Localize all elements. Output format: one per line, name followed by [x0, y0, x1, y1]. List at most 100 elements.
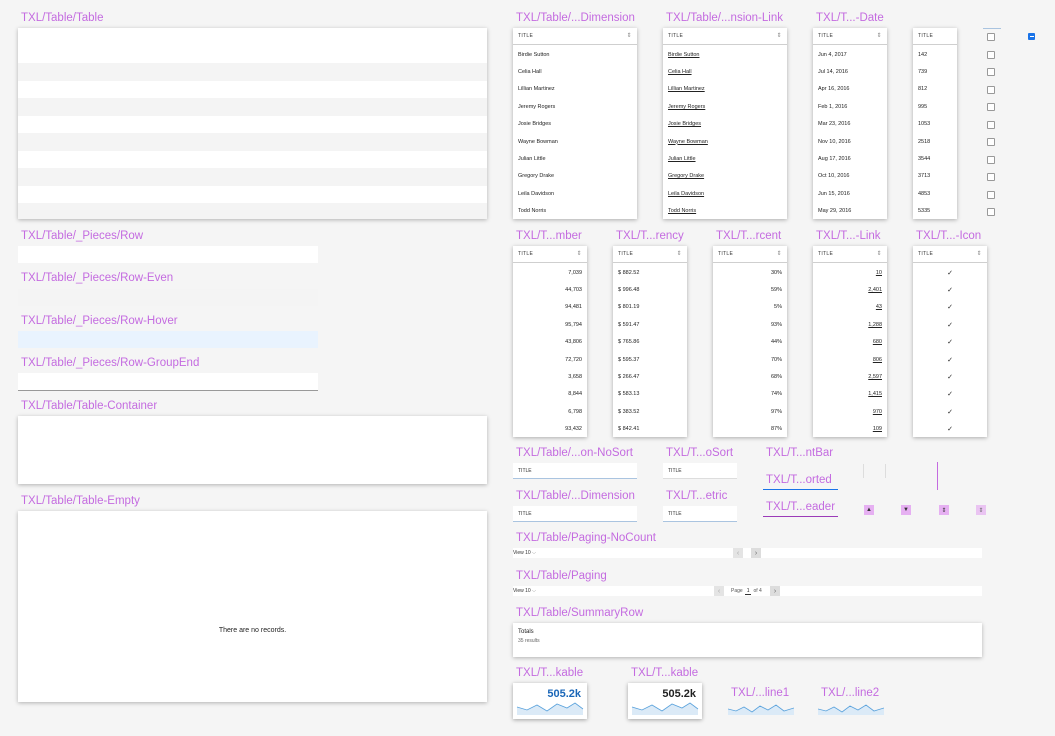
chevron-left-icon: ‹: [736, 549, 740, 557]
table-cell[interactable]: 2,401: [813, 281, 887, 298]
table-cell: $ 595.37: [618, 356, 640, 363]
next-page-button[interactable]: ›: [751, 548, 761, 558]
checkbox-selected[interactable]: [1028, 33, 1035, 40]
frame-label-col-percent: TXL/T...rcent: [716, 230, 782, 242]
column-header-nosort[interactable]: TITLE: [513, 463, 637, 479]
column-id: TITLE 142 739 812 995 1053 2518 3544 3713 4853 53…: [913, 28, 957, 219]
table-cell[interactable]: 10: [813, 264, 887, 281]
checkbox-header-rule: [983, 28, 1001, 29]
row-checkbox[interactable]: [987, 50, 995, 59]
prev-page-button[interactable]: ‹: [733, 548, 743, 558]
column-currency: TITLE ⇕ $ 882.52 $ 996.48 $ 801.19 $ 591.47 $…: [613, 246, 687, 437]
column-header[interactable]: TITLE ⇕: [813, 28, 887, 45]
chevron-down-icon: ⌵: [532, 588, 536, 594]
sort-both-button[interactable]: ⇕: [939, 505, 949, 515]
next-page-button[interactable]: ›: [770, 586, 780, 596]
table-cell: 72,720: [565, 356, 582, 363]
row-checkbox[interactable]: [987, 120, 995, 129]
kpi-card[interactable]: 505.2k: [628, 683, 702, 719]
column-header-dimension[interactable]: TITLE: [513, 506, 637, 522]
table-cell: Wayne Bowman: [518, 138, 558, 145]
row-checkbox[interactable]: [987, 155, 995, 164]
table-cell: Aug 17, 2016: [818, 156, 851, 163]
column-header-metric[interactable]: TITLE: [663, 506, 737, 522]
row-checkbox[interactable]: [987, 138, 995, 146]
table-cell[interactable]: 1,415: [813, 386, 887, 403]
resize-handle[interactable]: [885, 464, 886, 478]
table-cell: Todd Norris: [518, 208, 547, 215]
table-cell[interactable]: Todd Norris: [663, 203, 787, 219]
table-cell[interactable]: 1,288: [813, 316, 887, 333]
kpi-card-clickable[interactable]: 505.2k: [513, 683, 587, 719]
column-header[interactable]: TITLE ⇕: [913, 246, 987, 263]
table-cell[interactable]: Lillian Martinez: [663, 81, 787, 98]
column-header[interactable]: TITLE: [913, 28, 957, 45]
table-cell[interactable]: 680: [813, 334, 887, 351]
sort-desc-button[interactable]: ▼: [901, 505, 911, 515]
column-header[interactable]: TITLE ⇕: [613, 246, 687, 263]
row-checkbox[interactable]: [987, 208, 995, 216]
table-cell[interactable]: Josie Bridges: [663, 116, 787, 133]
frame-label-head-nosort: TXL/Table/...on-NoSort: [516, 447, 633, 459]
column-body: Birdie Sutton Celia Hall Lillian Martinez J…: [513, 45, 637, 219]
table-row-hover[interactable]: [18, 331, 318, 348]
table-cell: Jun 4, 2017: [818, 51, 847, 58]
row-checkbox[interactable]: [987, 173, 995, 181]
table-row[interactable]: [18, 246, 318, 263]
page-size-label: View 10: [513, 588, 531, 594]
table-cell[interactable]: 2,597: [813, 368, 887, 385]
column-header-title: TITLE: [668, 467, 682, 474]
table-cell: Celia Hall: [518, 69, 542, 76]
prev-page-button[interactable]: ‹: [714, 586, 724, 596]
column-header[interactable]: TITLE ⇕: [713, 246, 787, 263]
check-icon: ✓: [947, 426, 953, 434]
sort-icon: ⇕: [976, 251, 982, 257]
table-row-even[interactable]: [18, 289, 318, 306]
table-cell: 739: [918, 69, 928, 76]
table-cell: May 29, 2016: [818, 208, 852, 215]
table-cell: 59%: [770, 287, 782, 294]
page-number-input[interactable]: 1: [744, 588, 752, 595]
table-row-even: [18, 168, 487, 186]
table-row-groupend[interactable]: [18, 373, 318, 391]
column-header-osort[interactable]: TITLE: [663, 463, 737, 479]
row-checkbox[interactable]: [987, 85, 995, 94]
column-header[interactable]: TITLE ⇕: [663, 28, 787, 45]
column-header[interactable]: TITLE ⇕: [513, 246, 587, 263]
sort-icon: ⇕: [876, 33, 882, 39]
frame-label-col-number: TXL/T...mber: [516, 230, 582, 242]
row-checkbox[interactable]: [987, 103, 995, 111]
table-cell[interactable]: 109: [813, 421, 887, 437]
frame-label-head-metric: TXL/T...etric: [666, 490, 728, 502]
table-cell: Josie Bridges: [518, 121, 552, 128]
table-cell[interactable]: 43: [813, 299, 887, 316]
table-cell[interactable]: Leila Davidson: [663, 185, 787, 202]
column-header[interactable]: TITLE ⇕: [813, 246, 887, 263]
row-checkbox[interactable]: [987, 68, 995, 76]
resize-handle-active[interactable]: [937, 462, 938, 490]
resize-handle[interactable]: [863, 464, 864, 478]
page-size-select[interactable]: View 10 ⌵: [513, 550, 536, 556]
check-icon: ✓: [947, 304, 953, 312]
page-size-select[interactable]: View 10 ⌵: [513, 588, 536, 594]
table-cell[interactable]: Birdie Sutton: [663, 46, 787, 63]
table-cell[interactable]: 970: [813, 403, 887, 420]
table-cell[interactable]: 806: [813, 351, 887, 368]
table-cell[interactable]: Wayne Bowman: [663, 133, 787, 150]
table-cell[interactable]: Gregory Drake: [663, 168, 787, 185]
sort-asc-button[interactable]: ▲: [864, 505, 874, 515]
empty-message: There are no records.: [218, 627, 287, 634]
sparkline: [516, 702, 584, 715]
table-cell[interactable]: Jeremy Rogers: [663, 98, 787, 115]
chevron-down-icon: ⌵: [532, 550, 536, 556]
table-cell[interactable]: Julian Little: [663, 150, 787, 167]
column-header-title: TITLE: [518, 467, 532, 474]
paging-nocount: View 10 ⌵: [513, 548, 982, 558]
row-checkbox[interactable]: [987, 190, 995, 199]
column-header[interactable]: TITLE ⇕: [513, 28, 637, 45]
table-cell: 97%: [770, 408, 782, 415]
row-checkbox[interactable]: [987, 33, 995, 41]
table-cell[interactable]: Celia Hall: [663, 63, 787, 80]
sort-none-button[interactable]: ⇕: [976, 505, 986, 515]
table-cell: 68%: [770, 374, 782, 381]
